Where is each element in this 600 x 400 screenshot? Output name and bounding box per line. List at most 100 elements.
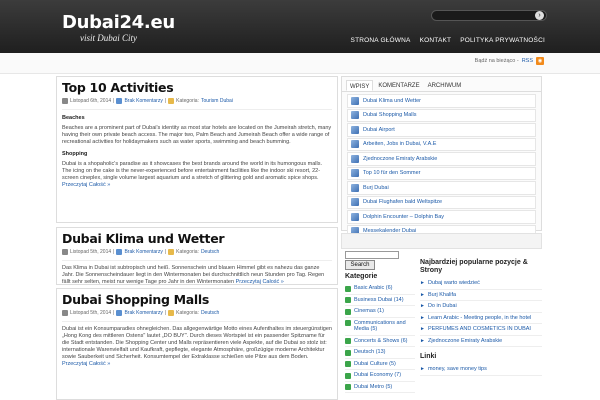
recent-post-item[interactable]: Zjednoczone Emiraty Arabskie [347,152,536,166]
tab-posts[interactable]: WPISY [346,80,374,91]
recent-post-item[interactable]: Dubai Shopping Malls [347,108,536,122]
post-meta: Listopad 5th, 2014 | Brak Komentarzy | Kat… [62,310,332,322]
post-title[interactable]: Dubai Klima und Wetter [62,232,332,246]
popular-item[interactable]: ► Learn Arabic - Meeting people, in the h… [420,313,542,324]
popular-item[interactable]: ► Zjednoczone Emiraty Arabskie [420,336,542,347]
post-comments-link[interactable]: Brak Komentarzy [124,310,162,316]
arrow-right-icon: ► [420,280,425,286]
calendar-icon [62,249,68,255]
tabbed-widget: WPISY KOMENTARZE ARCHIWUM Dubai Klima un… [341,76,542,238]
site-tagline: visit Dubai City [80,33,137,43]
category-item[interactable]: Communications and Media (5) [345,318,415,336]
category-icon [345,384,351,390]
site-header: Dubai24.eu visit Dubai City › STRONA GŁÓ… [0,0,600,53]
sidebar-right-column: Najbardziej popularne pozycje & Strony ►… [420,256,542,376]
category-item[interactable]: Dubai Culture (5) [345,359,415,370]
category-item[interactable]: Business Dubai (14) [345,295,415,306]
post-paragraph: Das Klima in Dubai ist subtropisch und h… [62,265,325,285]
post-comments-link[interactable]: Brak Komentarzy [124,249,162,255]
post-category-link[interactable]: Deutsch [201,249,219,255]
nav-item-privacy[interactable]: POLITYKA PRYWATNOŚCI [460,37,545,44]
arrow-right-icon: ► [420,326,425,332]
popular-item[interactable]: ► Do in Dubai [420,301,542,313]
category-icon [345,372,351,379]
recent-post-item[interactable]: Dubai Airport [347,123,536,137]
read-more-link[interactable]: Przeczytaj Całość » [62,361,110,367]
recent-post-item[interactable]: Dubai Flughafen bald Weltspitze [347,195,536,209]
rss-link[interactable]: RSS [522,58,533,64]
tab-comments[interactable]: KOMENTARZE [375,80,422,91]
rss-icon[interactable]: ◉ [536,57,544,65]
post-paragraph: Beaches are a prominent part of Dubai's … [62,125,332,145]
links-title: Linki [420,353,437,360]
links-list: ► money, save money tips [420,364,542,376]
calendar-icon [62,98,68,104]
category-item[interactable]: Dubai Economy (7) [345,370,415,382]
post-paragraph: Dubai ist ein Konsumparadies ohnegleiche… [62,326,332,367]
header-search-button[interactable]: › [535,11,544,20]
sidebar-banner-area [341,233,542,249]
post-subheading: Beaches [62,115,85,121]
category-item[interactable]: Dubai Metro (5) [345,382,415,393]
post-date: Listopad 6th, 2014 [70,98,112,104]
recent-post-item[interactable]: Dolphin Encounter – Dolphin Bay [347,210,536,224]
category-label: Kategoria: [176,98,199,104]
category-label: Kategoria: [176,249,199,255]
post-meta: Listopad 6th, 2014 | Brak Komentarzy | Kat… [62,98,332,110]
post-thumbnail [351,140,359,149]
subscribe-bar: Bądź na bieżąco - RSS ◉ [475,57,544,65]
nav-item-contact[interactable]: KONTAKT [420,37,452,44]
post-thumbnail [351,198,359,207]
category-icon [345,361,351,367]
popular-item[interactable]: ► Dubaj warto wiedzieć [420,278,542,290]
sidebar-search-button[interactable]: Search [345,260,375,270]
widget-tabs: WPISY KOMENTARZE ARCHIWUM [342,77,541,92]
category-item[interactable]: Cinemas (1) [345,306,415,318]
post-card: Dubai Shopping Malls Listopad 5th, 2014 |… [56,288,338,400]
categories-title: Kategorie [345,273,378,280]
category-item[interactable]: Deutsch (13) [345,347,415,359]
comment-icon [116,98,123,104]
sidebar-left-column: Search Kategorie Basic Arabic (6) Busine… [345,251,415,393]
category-item[interactable]: Concerts & Shows (6) [345,336,415,347]
category-item[interactable]: Basic Arabic (6) [345,283,415,295]
popular-item[interactable]: ► PERFUMES AND COSMETICS IN DUBAI [420,324,542,336]
category-icon [345,285,351,292]
header-search-input[interactable] [431,10,547,21]
post-thumbnail [351,125,359,134]
post-date: Listopad 5th, 2014 [70,310,112,316]
post-meta: Listopad 5th, 2014 | Brak Komentarzy | Kat… [62,249,332,261]
category-label: Kategoria: [176,310,199,316]
post-comments-link[interactable]: Brak Komentarzy [124,98,162,104]
post-subheading: Shopping [62,151,88,157]
post-title[interactable]: Dubai Shopping Malls [62,293,332,307]
post-thumbnail [351,169,359,178]
recent-post-item[interactable]: Burj Dubai [347,181,536,195]
read-more-link[interactable]: Przeczytaj Całość » [62,182,110,188]
nav-item-home[interactable]: STRONA GŁÓWNA [351,37,411,44]
popular-item[interactable]: ► Burj Khalifa [420,290,542,301]
arrow-right-icon: ► [420,366,425,372]
post-title[interactable]: Top 10 Activities [62,81,332,95]
link-item[interactable]: ► money, save money tips [420,364,542,376]
sidebar-search-input[interactable] [345,251,399,259]
post-thumbnail [351,183,359,192]
recent-post-item[interactable]: Arbeiten, Jobs in Dubai, V.A.E [347,137,536,151]
read-more-link[interactable]: Przeczytaj Całość » [236,279,284,285]
arrow-right-icon: ► [420,314,425,321]
folder-icon [168,310,175,316]
post-category-link[interactable]: Deutsch [201,310,219,316]
site-logo[interactable]: Dubai24.eu [62,13,175,33]
category-icon [345,349,351,356]
recent-post-item[interactable]: Dubai Klima und Wetter [347,94,536,108]
folder-icon [168,249,175,255]
post-category-link[interactable]: Tourism Dubai [201,98,233,104]
post-thumbnail [351,154,359,163]
tab-archive[interactable]: ARCHIWUM [425,80,465,91]
comment-icon [116,310,123,316]
post-thumbnail [351,96,359,105]
popular-list: ► Dubaj warto wiedzieć ► Burj Khalifa ► Do … [420,278,542,347]
post-card: Top 10 Activities Listopad 6th, 2014 | Br… [56,76,338,223]
subscribe-text: Bądź na bieżąco - [474,58,519,64]
recent-post-item[interactable]: Top 10 für den Sommer [347,166,536,180]
